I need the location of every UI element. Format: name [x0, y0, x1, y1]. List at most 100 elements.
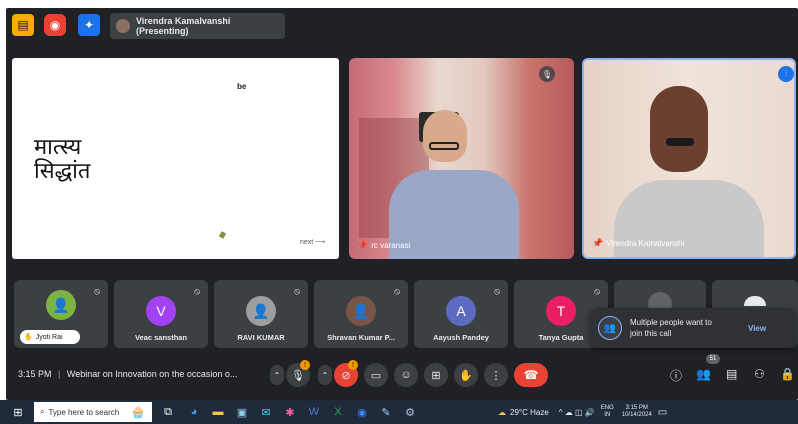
- slide-title-line1: मात्स्य: [34, 135, 82, 160]
- slide-title: मात्स्य सिद्धांत: [34, 136, 90, 184]
- video-tile-virendra-kamalvanshi[interactable]: ⦙ 📌 Virendra Kamalvanshi: [582, 58, 796, 259]
- avatar: 👤: [346, 296, 376, 326]
- excel-icon[interactable]: X: [330, 404, 346, 420]
- participant-name: Jyoti Rai: [35, 333, 63, 341]
- word-icon[interactable]: W: [306, 404, 322, 420]
- raise-hand-button[interactable]: ✋: [454, 363, 478, 387]
- mic-off-icon: ⦸: [194, 286, 200, 296]
- meeting-details-icon[interactable]: ⓘ: [670, 367, 682, 384]
- name-chip: ✋ Jyoti Rai: [20, 330, 80, 344]
- presenter-label: Virendra Kamalvanshi (Presenting): [135, 16, 231, 36]
- tile-name-label: rc varanasi: [371, 241, 411, 250]
- slide-corner-text: be: [237, 82, 247, 91]
- windows-taskbar: ⊞ ⌕ Type here to search 🧁 ⧉ ◕ ▬ ▣ ✉ ✱ W …: [0, 400, 798, 424]
- mic-warning-badge: !: [300, 360, 310, 370]
- presenter-avatar: [116, 19, 130, 33]
- tile-name-label: Virendra Kamalvanshi: [606, 239, 685, 248]
- pin-icon[interactable]: 📌: [357, 240, 368, 251]
- participant-tile-ravi-kumar[interactable]: ⦸ 👤 RAVI KUMAR: [214, 280, 308, 348]
- language-indicator[interactable]: ENG IN: [601, 405, 614, 419]
- slide-title-line2: सिद्धांत: [34, 159, 91, 184]
- mic-off-icon: ⦸: [94, 286, 100, 296]
- mic-off-icon: ⦸: [494, 286, 500, 296]
- cursor-icon: [218, 231, 227, 239]
- presenting-indicator[interactable]: Virendra Kamalvanshi (Presenting): [110, 13, 285, 39]
- search-icon: ⌕: [40, 407, 45, 416]
- meeting-time: 3:15 PM: [18, 369, 52, 379]
- pin-icon[interactable]: 📌: [592, 238, 603, 249]
- clock-date: 10/14/2024: [621, 412, 652, 418]
- tile-name-rc-varanasi: 📌 rc varanasi: [357, 240, 410, 251]
- notification-line1: Multiple people want to: [630, 318, 712, 327]
- mail-icon[interactable]: ✉: [258, 404, 274, 420]
- presentation-slide: मात्स्य सिद्धांत be next ⟶: [12, 58, 339, 259]
- participant-name: Veac sansthan: [134, 333, 188, 342]
- mic-off-icon: 🎙: [539, 66, 555, 82]
- captions-button[interactable]: ▭: [364, 363, 388, 387]
- meet-window: ▤ ◉ ✦ Virendra Kamalvanshi (Presenting) …: [0, 0, 798, 400]
- chrome-icon[interactable]: ◉: [354, 404, 370, 420]
- end-call-button[interactable]: ☎: [514, 363, 548, 387]
- person-head: [423, 110, 467, 162]
- weather-text: 29°C Haze: [510, 407, 549, 417]
- avatar: [744, 296, 766, 306]
- avatar: A: [446, 296, 476, 326]
- video-tile-rc-varanasi[interactable]: 🎙 📌 rc varanasi: [349, 58, 574, 259]
- camera-warning-badge: !: [348, 360, 358, 370]
- participant-name: Shravan Kumar P...: [327, 333, 395, 342]
- glasses: [429, 142, 459, 150]
- view-button[interactable]: View: [748, 324, 766, 333]
- cupcake-search-highlight-icon[interactable]: 🧁: [124, 404, 152, 420]
- activities-icon[interactable]: ⚇: [754, 367, 765, 381]
- mic-off-icon: ⦸: [394, 286, 400, 296]
- emoji-reactions-button[interactable]: ☺: [394, 363, 418, 387]
- people-icon[interactable]: 👥: [696, 367, 711, 381]
- participant-name: Aayush Pandey: [433, 333, 489, 342]
- app-icon-pink[interactable]: ✱: [282, 404, 298, 420]
- taskbar-clock[interactable]: 3:15 PM 10/14/2024: [622, 405, 652, 419]
- windows-start-icon[interactable]: ⊞: [10, 404, 26, 420]
- notification-line2: join this call: [630, 329, 672, 338]
- effects-icon[interactable]: ✦: [78, 14, 100, 36]
- file-explorer-icon[interactable]: ▬: [210, 404, 226, 420]
- task-view-icon[interactable]: ⧉: [160, 404, 176, 420]
- document-icon[interactable]: ▤: [12, 14, 34, 36]
- present-screen-button[interactable]: ⊞: [424, 363, 448, 387]
- meeting-separator: |: [58, 369, 61, 379]
- store-icon[interactable]: ▣: [234, 404, 250, 420]
- clock-time: 3:15 PM: [625, 405, 648, 411]
- video-options-chevron-icon[interactable]: ⌃: [318, 365, 332, 385]
- chat-icon[interactable]: ▤: [726, 367, 737, 381]
- edge-icon[interactable]: ◕: [186, 404, 202, 420]
- speaking-icon: ⦙: [778, 66, 794, 82]
- hand-icon: ✋: [24, 334, 33, 341]
- meeting-info: 3:15 PM | Webinar on Innovation on the o…: [18, 369, 237, 379]
- people-group-icon: 👥: [598, 316, 622, 340]
- host-controls-icon[interactable]: 🔒: [780, 367, 795, 381]
- language-line2: IN: [604, 412, 611, 418]
- system-tray-icons[interactable]: ^ ☁ ◫ 🔊: [559, 408, 595, 417]
- participant-tile-aayush-pandey[interactable]: ⦸ A Aayush Pandey: [414, 280, 508, 348]
- participant-tile-shravan-kumar[interactable]: ⦸ 👤 Shravan Kumar P...: [314, 280, 408, 348]
- weather-icon: ☁: [498, 407, 506, 417]
- tile-name-virendra: 📌 Virendra Kamalvanshi: [592, 238, 684, 249]
- avatar: T: [546, 296, 576, 326]
- record-icon[interactable]: ◉: [44, 14, 66, 36]
- people-count-badge: 51: [706, 354, 720, 364]
- join-request-notification: 👥 Multiple people want to join this call…: [590, 308, 796, 348]
- notification-text: Multiple people want to join this call: [630, 317, 740, 339]
- more-options-button[interactable]: ⋮: [484, 363, 508, 387]
- moustache: [666, 138, 694, 146]
- app-icon-feather[interactable]: ✎: [378, 404, 394, 420]
- mic-off-icon: ⦸: [294, 286, 300, 296]
- settings-icon[interactable]: ⚙: [402, 404, 418, 420]
- meeting-title: Webinar on Innovation on the occasion o.…: [66, 369, 238, 379]
- audio-options-chevron-icon[interactable]: ⌃: [270, 365, 284, 385]
- participant-tile-jyoti-rai[interactable]: ⦸ 👤 ✋ Jyoti Rai: [14, 280, 108, 348]
- weather-widget[interactable]: ☁ 29°C Haze: [498, 408, 549, 417]
- notification-center-icon[interactable]: ▭: [658, 407, 667, 418]
- avatar: 👤: [246, 296, 276, 326]
- avatar: V: [146, 296, 176, 326]
- slide-next-label: next ⟶: [300, 239, 326, 246]
- participant-tile-veac-sansthan[interactable]: ⦸ V Veac sansthan: [114, 280, 208, 348]
